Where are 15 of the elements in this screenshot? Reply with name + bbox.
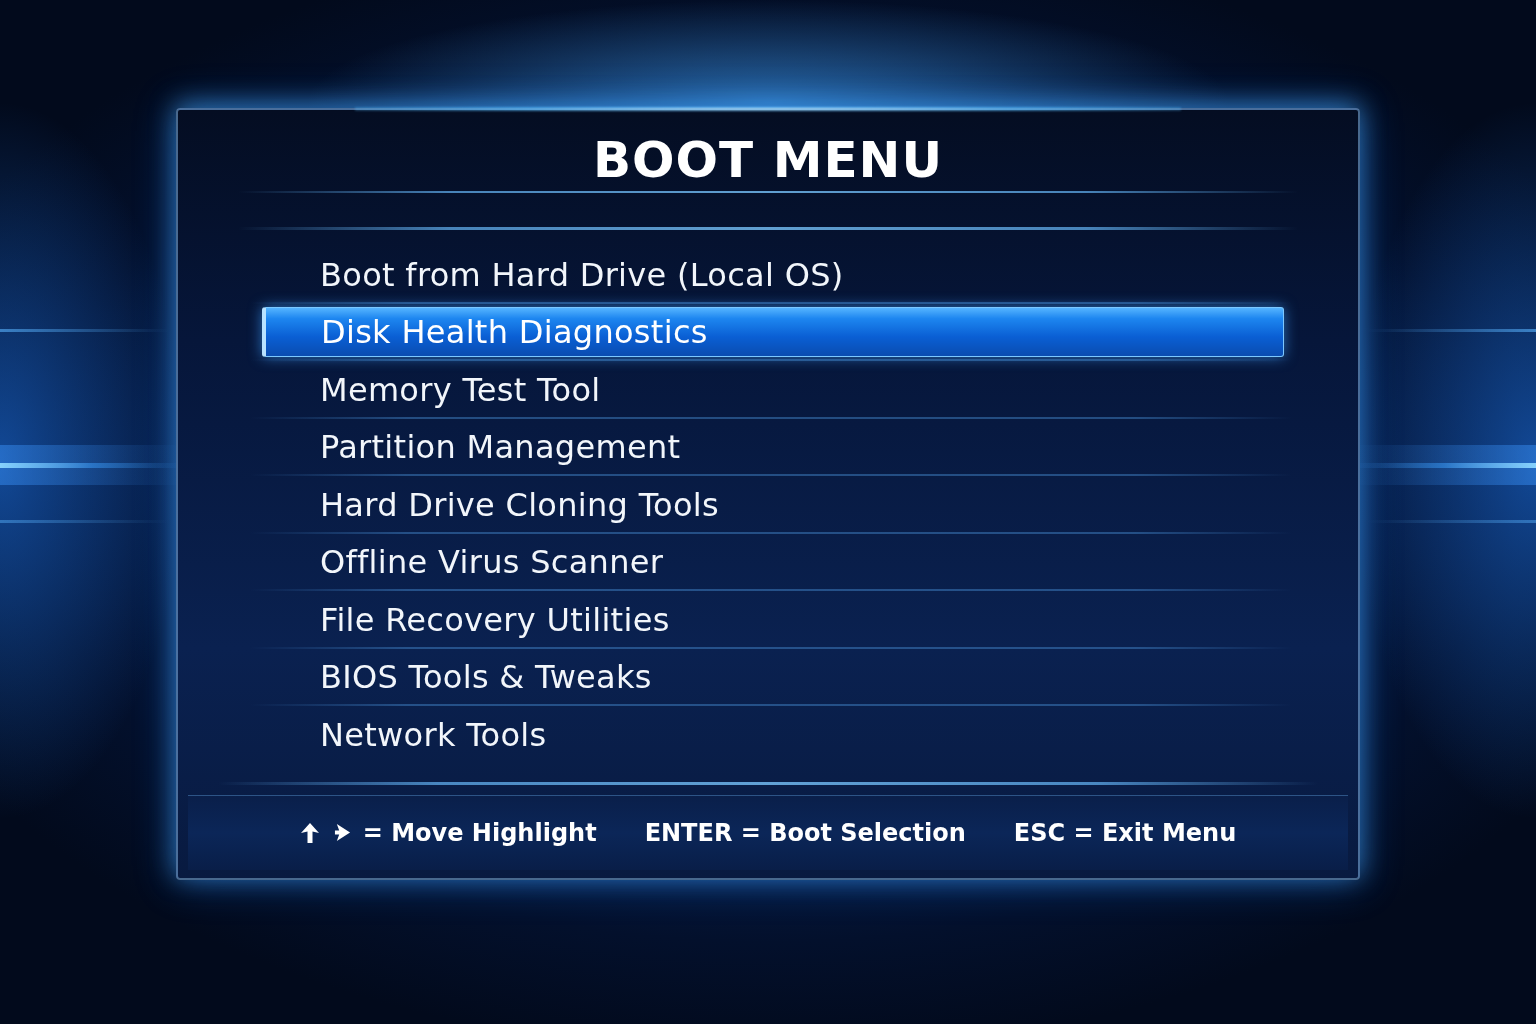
menu-item[interactable]: Disk Health Diagnostics — [262, 307, 1284, 358]
menu-item[interactable]: Hard Drive Cloning Tools — [262, 479, 1284, 530]
key-hint: ENTER = Boot Selection — [644, 818, 966, 847]
menu-item[interactable]: Network Tools — [262, 709, 1284, 760]
menu-item[interactable]: Memory Test Tool — [262, 364, 1284, 415]
key-hint: ESC = Exit Menu — [1013, 818, 1237, 847]
menu-title: BOOT MENU — [593, 130, 943, 190]
menu-item[interactable]: Offline Virus Scanner — [262, 537, 1284, 588]
menu-item[interactable]: Boot from Hard Drive (Local OS) — [262, 249, 1284, 300]
menu-item[interactable]: File Recovery Utilities — [262, 594, 1284, 645]
key-hint: = Move Highlight — [362, 818, 597, 847]
menu-item[interactable]: Partition Management — [262, 422, 1284, 473]
up-arrow-icon — [299, 821, 320, 844]
right-arrow-icon — [333, 823, 351, 843]
menu-item[interactable]: BIOS Tools & Tweaks — [262, 652, 1284, 703]
